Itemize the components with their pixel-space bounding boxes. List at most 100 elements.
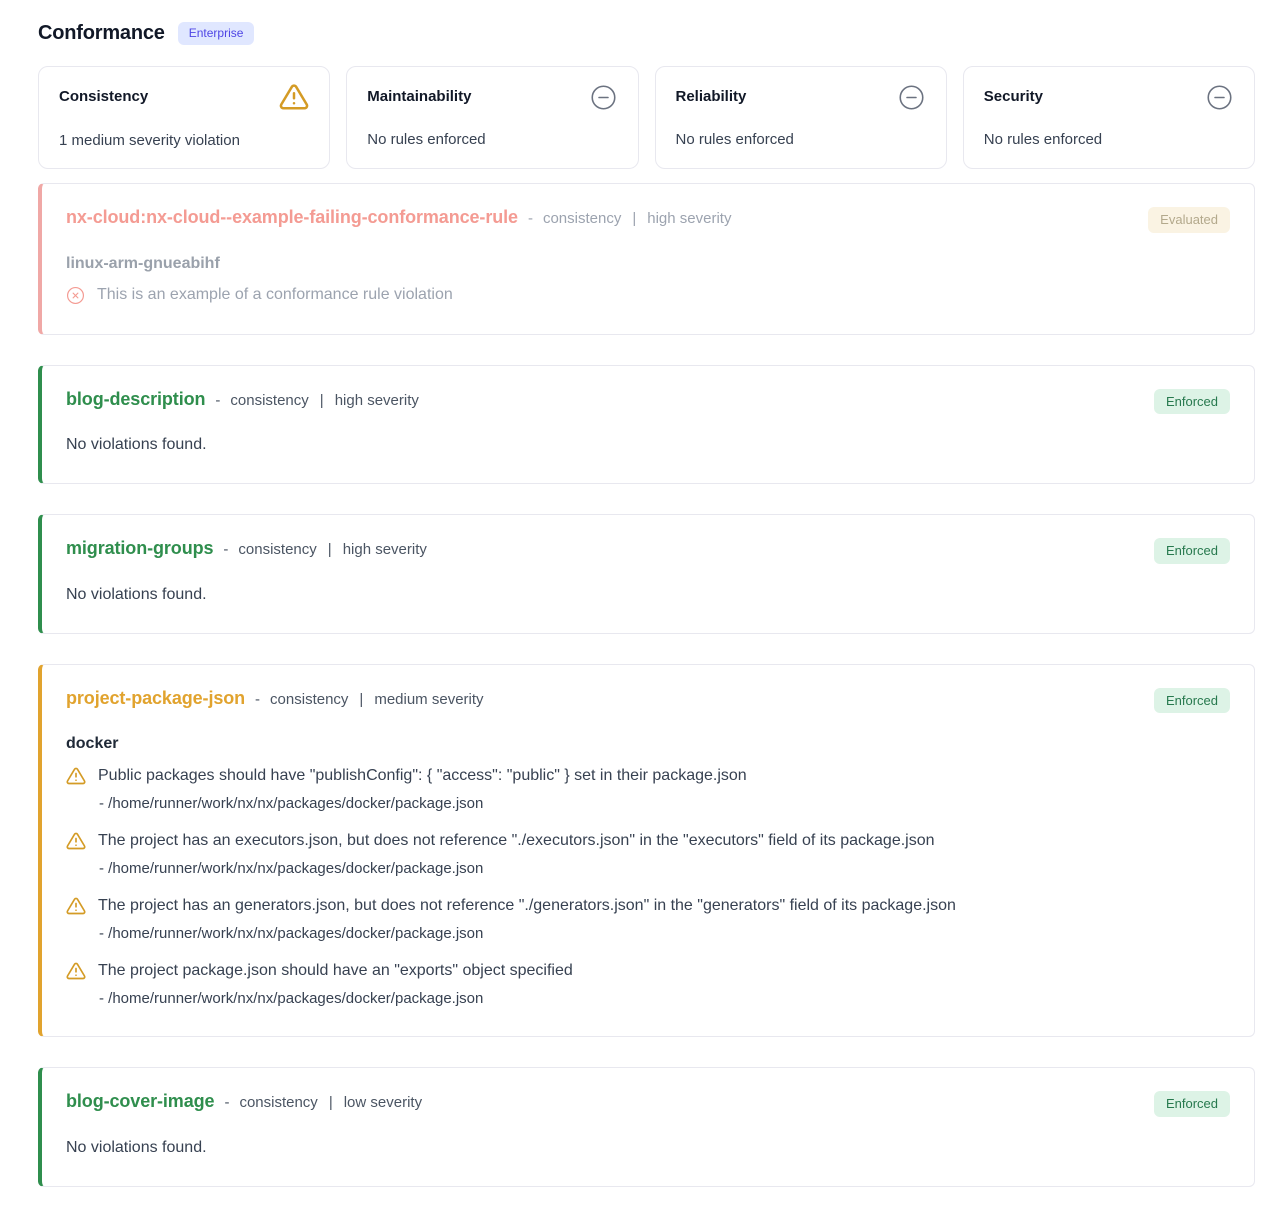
summary-card-status: No rules enforced bbox=[676, 131, 926, 148]
x-circle-icon bbox=[66, 286, 85, 305]
summary-card-status: No rules enforced bbox=[984, 131, 1234, 148]
rule-heading: blog-cover-image - consistency | low sev… bbox=[66, 1091, 422, 1112]
summary-card-status: 1 medium severity violation bbox=[59, 132, 309, 149]
violation-message-row: This is an example of a conformance rule… bbox=[66, 286, 1230, 305]
violation-message: This is an example of a conformance rule… bbox=[97, 286, 453, 304]
summary-card-top: Security bbox=[984, 82, 1234, 116]
summary-card-title: Reliability bbox=[676, 82, 747, 105]
summary-card-top: Consistency bbox=[59, 82, 309, 117]
violation-item: The project has an generators.json, but … bbox=[66, 896, 1230, 942]
rule-name[interactable]: project-package-json bbox=[66, 688, 245, 709]
rule-card: blog-description - consistency | high se… bbox=[38, 365, 1255, 485]
no-violations-text: No violations found. bbox=[66, 586, 1230, 604]
dash-separator: - bbox=[223, 541, 228, 558]
summary-icon-wrap bbox=[279, 82, 309, 117]
rule-category: consistency bbox=[543, 210, 621, 227]
rule-card: migration-groups - consistency | high se… bbox=[38, 514, 1255, 634]
circle-minus-icon bbox=[590, 84, 617, 111]
violation-path: - /home/runner/work/nx/nx/packages/docke… bbox=[99, 925, 1230, 942]
rule-meta: consistency | high severity bbox=[238, 541, 427, 558]
warning-triangle-icon bbox=[66, 831, 86, 851]
summary-card-title: Security bbox=[984, 82, 1043, 105]
summary-icon-wrap bbox=[590, 82, 618, 116]
violation-message-row: The project has an executors.json, but d… bbox=[66, 831, 1230, 851]
summary-icon-wrap bbox=[1206, 82, 1234, 116]
rule-card: nx-cloud:nx-cloud--example-failing-confo… bbox=[38, 183, 1255, 335]
violation-message: The project has an generators.json, but … bbox=[98, 897, 956, 915]
warning-triangle-icon bbox=[279, 82, 309, 112]
rule-status-badge: Enforced bbox=[1154, 389, 1230, 415]
pipe-separator: | bbox=[359, 691, 363, 708]
summary-card: Reliability No rules enforced bbox=[655, 66, 947, 169]
rule-meta: consistency | high severity bbox=[230, 392, 419, 409]
violation-message: Public packages should have "publishConf… bbox=[98, 767, 747, 785]
dash-separator: - bbox=[255, 691, 260, 708]
pipe-separator: | bbox=[329, 1094, 333, 1111]
rule-card-header: migration-groups - consistency | high se… bbox=[66, 538, 1230, 564]
page-title: Conformance bbox=[38, 22, 165, 45]
circle-minus-icon bbox=[1206, 84, 1233, 111]
rule-body: docker Public packages should have "publi… bbox=[66, 735, 1230, 1007]
warning-triangle-icon bbox=[66, 766, 86, 786]
project-name: linux-arm-gnueabihf bbox=[66, 255, 1230, 273]
rule-severity: high severity bbox=[343, 541, 427, 558]
rule-name[interactable]: blog-cover-image bbox=[66, 1091, 214, 1112]
project-name: docker bbox=[66, 735, 1230, 753]
rule-severity: low severity bbox=[344, 1094, 422, 1111]
summary-card-top: Reliability bbox=[676, 82, 926, 116]
warning-triangle-icon bbox=[66, 961, 86, 981]
rule-heading: blog-description - consistency | high se… bbox=[66, 389, 419, 410]
summary-card-status: No rules enforced bbox=[367, 131, 617, 148]
rule-card-header: nx-cloud:nx-cloud--example-failing-confo… bbox=[66, 207, 1230, 233]
rule-category: consistency bbox=[230, 392, 308, 409]
violation-path: - /home/runner/work/nx/nx/packages/docke… bbox=[99, 990, 1230, 1007]
rule-category: consistency bbox=[238, 541, 316, 558]
conformance-page: Conformance Enterprise Consistency 1 med… bbox=[0, 0, 1287, 1227]
rule-category: consistency bbox=[239, 1094, 317, 1111]
summary-card: Maintainability No rules enforced bbox=[346, 66, 638, 169]
rule-status-badge: Enforced bbox=[1154, 688, 1230, 714]
rule-card-header: blog-cover-image - consistency | low sev… bbox=[66, 1091, 1230, 1117]
page-header: Conformance Enterprise bbox=[38, 22, 1255, 45]
violation-message-row: Public packages should have "publishConf… bbox=[66, 766, 1230, 786]
rule-severity: high severity bbox=[335, 392, 419, 409]
rule-category: consistency bbox=[270, 691, 348, 708]
rule-name[interactable]: blog-description bbox=[66, 389, 205, 410]
violation-item: The project has an executors.json, but d… bbox=[66, 831, 1230, 877]
rule-status-badge: Enforced bbox=[1154, 538, 1230, 564]
violation-item: This is an example of a conformance rule… bbox=[66, 286, 1230, 305]
rule-body: linux-arm-gnueabihf This is an example of… bbox=[66, 255, 1230, 305]
no-violations-text: No violations found. bbox=[66, 1139, 1230, 1157]
warning-triangle-icon bbox=[66, 896, 86, 916]
rule-body: No violations found. bbox=[66, 436, 1230, 454]
no-violations-text: No violations found. bbox=[66, 436, 1230, 454]
summary-card: Consistency 1 medium severity violation bbox=[38, 66, 330, 169]
rule-card-header: project-package-json - consistency | med… bbox=[66, 688, 1230, 714]
pipe-separator: | bbox=[328, 541, 332, 558]
dash-separator: - bbox=[224, 1094, 229, 1111]
rule-heading: migration-groups - consistency | high se… bbox=[66, 538, 427, 559]
summary-card-top: Maintainability bbox=[367, 82, 617, 116]
summary-icon-wrap bbox=[898, 82, 926, 116]
rule-severity: high severity bbox=[647, 210, 731, 227]
summary-card-title: Maintainability bbox=[367, 82, 471, 105]
rule-name[interactable]: migration-groups bbox=[66, 538, 213, 559]
violation-message-row: The project has an generators.json, but … bbox=[66, 896, 1230, 916]
rule-card: blog-cover-image - consistency | low sev… bbox=[38, 1067, 1255, 1187]
rule-heading: nx-cloud:nx-cloud--example-failing-confo… bbox=[66, 207, 731, 228]
summary-card: Security No rules enforced bbox=[963, 66, 1255, 169]
violation-message: The project package.json should have an … bbox=[98, 962, 573, 980]
dash-separator: - bbox=[528, 210, 533, 227]
violation-path: - /home/runner/work/nx/nx/packages/docke… bbox=[99, 860, 1230, 877]
pipe-separator: | bbox=[320, 392, 324, 409]
violation-path: - /home/runner/work/nx/nx/packages/docke… bbox=[99, 795, 1230, 812]
rules-list: nx-cloud:nx-cloud--example-failing-confo… bbox=[38, 183, 1255, 1187]
violation-message: The project has an executors.json, but d… bbox=[98, 832, 935, 850]
rule-name[interactable]: nx-cloud:nx-cloud--example-failing-confo… bbox=[66, 207, 518, 228]
rule-meta: consistency | low severity bbox=[239, 1094, 422, 1111]
summary-cards: Consistency 1 medium severity violation … bbox=[38, 66, 1255, 169]
rule-body: No violations found. bbox=[66, 586, 1230, 604]
pipe-separator: | bbox=[632, 210, 636, 227]
violation-message-row: The project package.json should have an … bbox=[66, 961, 1230, 981]
rule-severity: medium severity bbox=[374, 691, 483, 708]
